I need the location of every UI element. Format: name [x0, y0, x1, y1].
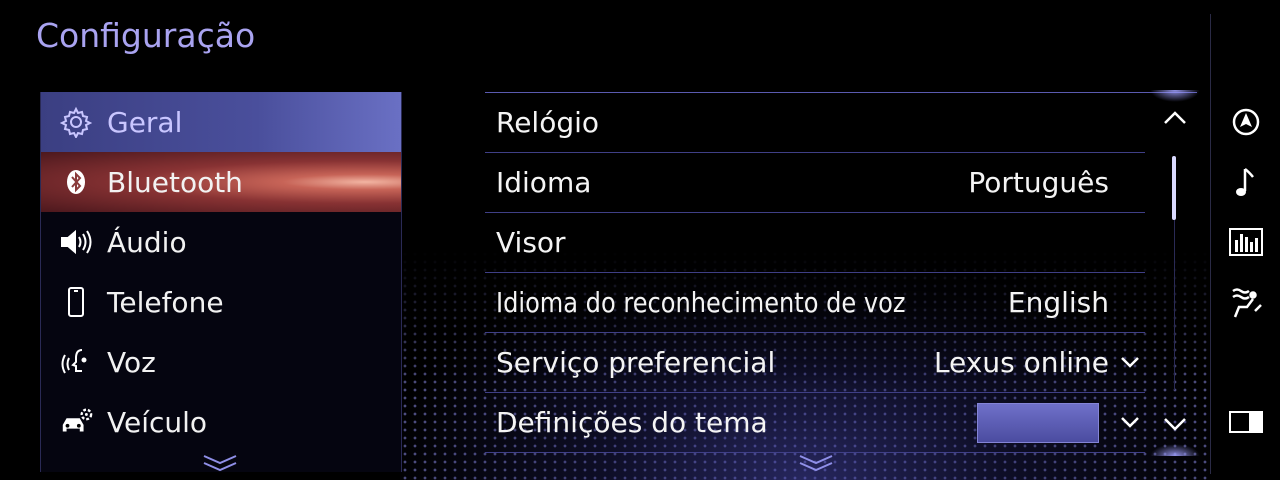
settings-category-menu: Geral Bluetooth Áudio Telefone Voz Veícu…	[40, 92, 402, 472]
menu-item-label: Áudio	[107, 225, 187, 259]
scrollbar-track[interactable]	[1174, 220, 1175, 390]
chevron-down-icon[interactable]	[1119, 351, 1141, 373]
row-servico-preferencial[interactable]: Serviço preferencial Lexus online	[485, 333, 1145, 393]
menu-item-label: Voz	[107, 345, 156, 379]
scroll-glow-bottom	[1150, 444, 1200, 456]
row-definicoes-tema[interactable]: Definições do tema	[485, 393, 1145, 453]
row-idioma[interactable]: Idioma Português	[485, 153, 1145, 213]
scroll-up-arrow-icon[interactable]	[1162, 108, 1188, 128]
menu-item-veiculo[interactable]: Veículo	[41, 392, 401, 452]
bluetooth-icon	[59, 165, 93, 199]
theme-color-swatch	[977, 403, 1099, 443]
row-visor[interactable]: Visor	[485, 213, 1145, 273]
row-label: Idioma do reconhecimento de voz	[496, 286, 906, 319]
row-label: Relógio	[496, 106, 600, 139]
music-note-icon	[1236, 168, 1254, 196]
equalizer-button[interactable]	[1226, 222, 1266, 262]
split-screen-icon	[1229, 411, 1263, 433]
scroll-down-arrow-icon[interactable]	[1162, 414, 1188, 434]
settings-list: Relógio Idioma Português Visor Idioma do…	[485, 92, 1197, 453]
scrollbar-thumb[interactable]	[1172, 156, 1176, 220]
row-value: Português	[968, 166, 1109, 199]
row-label: Visor	[496, 226, 566, 259]
more-below-chevron-icon	[203, 455, 237, 472]
menu-item-geral[interactable]: Geral	[41, 92, 401, 152]
sidebar-divider	[1210, 14, 1211, 474]
menu-item-audio[interactable]: Áudio	[41, 212, 401, 272]
speaker-icon	[59, 225, 93, 259]
menu-item-voz[interactable]: Voz	[41, 332, 401, 392]
vehicle-settings-icon	[59, 405, 93, 439]
row-idioma-reconhecimento-voz[interactable]: Idioma do reconhecimento de voz English	[485, 273, 1145, 333]
menu-item-bluetooth[interactable]: Bluetooth	[41, 152, 401, 212]
navigation-icon	[1232, 108, 1260, 136]
row-relogio[interactable]: Relógio	[485, 93, 1145, 153]
phone-icon	[59, 285, 93, 319]
menu-item-label: Geral	[107, 105, 183, 139]
page-title: Configuração	[36, 16, 256, 55]
scroll-glow-top	[1150, 90, 1200, 102]
voice-icon	[59, 345, 93, 379]
more-below-chevron-icon	[799, 455, 833, 472]
menu-item-label: Bluetooth	[107, 165, 243, 199]
climate-button[interactable]	[1226, 282, 1266, 322]
row-label: Idioma	[496, 166, 592, 199]
split-screen-button[interactable]	[1226, 402, 1266, 442]
menu-item-label: Telefone	[107, 285, 224, 319]
chevron-down-icon[interactable]	[1119, 411, 1141, 433]
equalizer-icon	[1229, 228, 1263, 256]
menu-item-label: Veículo	[107, 405, 208, 439]
gear-icon	[59, 105, 93, 139]
row-value: Lexus online	[933, 346, 1109, 379]
music-button[interactable]	[1226, 162, 1266, 202]
row-value: English	[1007, 286, 1109, 319]
menu-item-telefone[interactable]: Telefone	[41, 272, 401, 332]
row-label: Definições do tema	[496, 406, 768, 439]
climate-icon	[1232, 288, 1262, 318]
row-label: Serviço preferencial	[496, 346, 776, 379]
navigation-button[interactable]	[1226, 102, 1266, 142]
